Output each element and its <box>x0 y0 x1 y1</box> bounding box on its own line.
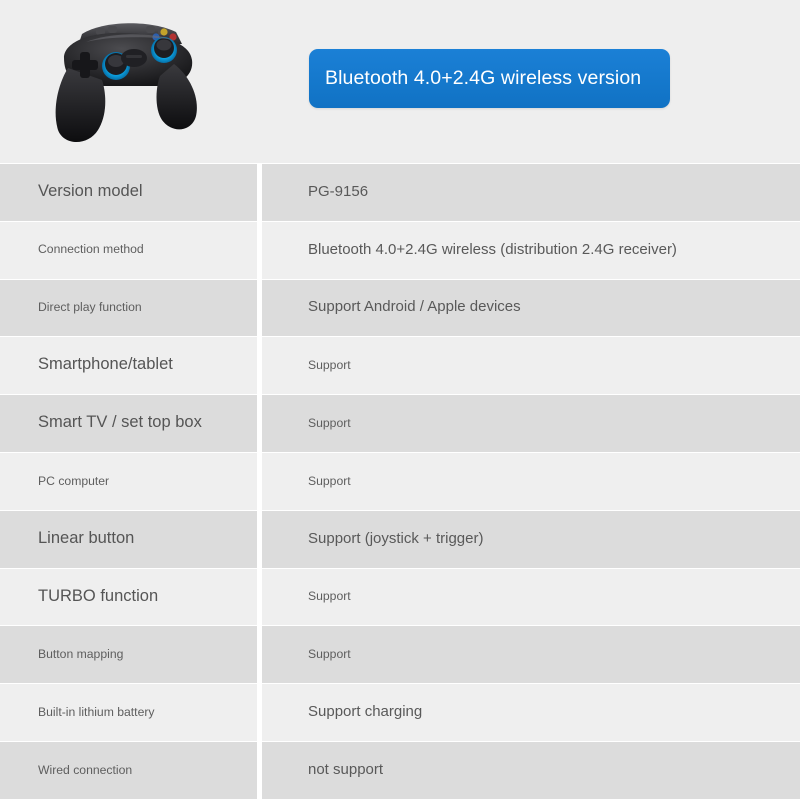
spec-label-text: Wired connection <box>38 762 133 777</box>
table-row: Built-in lithium battery Support charging <box>0 684 800 742</box>
spec-value-cell: Support <box>262 568 800 627</box>
spec-label-cell: Button mapping <box>0 626 257 685</box>
spec-value-text: Support <box>308 415 351 430</box>
table-row: Direct play function Support Android / Ap… <box>0 279 800 338</box>
spec-label-text: Linear button <box>38 528 135 547</box>
spec-label-text: Button mapping <box>38 646 124 661</box>
table-row: TURBO function Support <box>0 568 800 627</box>
spec-label-cell: PC computer <box>0 452 257 511</box>
spec-label-text: TURBO function <box>38 586 159 605</box>
spec-value-cell: Support <box>262 452 800 511</box>
spec-table: Version model PG-9156 Connection method Blu… <box>0 164 800 800</box>
table-row: PC computer Support <box>0 452 800 511</box>
spec-label-cell: Smartphone/tablet <box>0 337 257 396</box>
title-banner-text: Bluetooth 4.0+2.4G wireless version <box>325 67 642 89</box>
spec-label-cell: Linear button <box>0 510 257 569</box>
spec-label-text: Direct play function <box>38 300 142 315</box>
table-row: Smart TV / set top box Support <box>0 395 800 453</box>
spec-value-cell: PG-9156 <box>262 164 800 222</box>
spec-value-text: Support <box>308 589 351 604</box>
spec-value-text: Support <box>308 473 351 488</box>
spec-label-text: Version model <box>38 182 143 200</box>
table-row: Connection method Bluetooth 4.0+2.4G wire… <box>0 221 800 280</box>
product-spec-page: Bluetooth 4.0+2.4G wireless version Vers… <box>0 0 800 800</box>
spec-value-text: Support Android / Apple devices <box>308 298 521 316</box>
spec-label-cell: Version model <box>0 164 257 222</box>
table-row: Version model PG-9156 <box>0 164 800 222</box>
spec-label-cell: Connection method <box>0 221 257 280</box>
spec-value-text: Support charging <box>308 703 423 721</box>
spec-value-text: Support <box>308 357 351 372</box>
spec-value-cell: Support (joystick + trigger) <box>262 510 800 569</box>
spec-value-text: Support <box>308 646 351 661</box>
spec-label-cell: Smart TV / set top box <box>0 395 257 453</box>
spec-value-cell: not support <box>262 741 800 800</box>
spec-value-text: Support (joystick + trigger) <box>308 529 484 547</box>
table-row: Smartphone/tablet Support <box>0 337 800 396</box>
spec-value-cell: Support <box>262 337 800 396</box>
spec-label-text: Built-in lithium battery <box>38 704 155 719</box>
spec-label-text: PC computer <box>38 473 110 488</box>
spec-value-text: PG-9156 <box>308 182 369 200</box>
spec-label-cell: TURBO function <box>0 568 257 627</box>
spec-label-text: Connection method <box>38 242 144 257</box>
spec-value-cell: Support charging <box>262 684 800 742</box>
spec-label-cell: Built-in lithium battery <box>0 684 257 742</box>
title-banner: Bluetooth 4.0+2.4G wireless version <box>309 49 670 108</box>
spec-label-text: Smart TV / set top box <box>38 413 202 432</box>
gamepad-icon <box>24 6 214 148</box>
spec-label-cell: Wired connection <box>0 741 257 800</box>
spec-value-cell: Bluetooth 4.0+2.4G wireless (distributio… <box>262 221 800 280</box>
spec-value-cell: Support <box>262 395 800 453</box>
spec-value-cell: Support <box>262 626 800 685</box>
spec-value-cell: Support Android / Apple devices <box>262 279 800 338</box>
spec-value-text: not support <box>308 760 384 778</box>
spec-label-cell: Direct play function <box>0 279 257 338</box>
table-row: Wired connection not support <box>0 741 800 800</box>
table-row: Button mapping Support <box>0 626 800 685</box>
spec-value-text: Bluetooth 4.0+2.4G wireless (distributio… <box>308 240 677 258</box>
spec-label-text: Smartphone/tablet <box>38 355 173 374</box>
hero-section: Bluetooth 4.0+2.4G wireless version <box>0 0 800 163</box>
table-row: Linear button Support (joystick + trigger… <box>0 510 800 569</box>
